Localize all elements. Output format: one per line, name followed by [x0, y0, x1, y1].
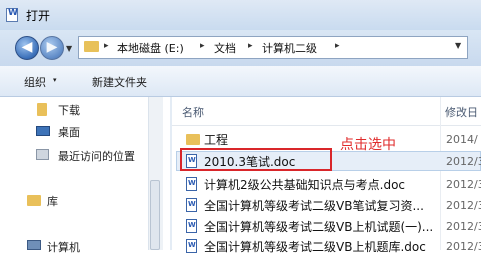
file-name[interactable]: 全国计算机等级考试二级VB笔试复习资... — [204, 197, 424, 214]
back-button[interactable]: ◀ — [15, 36, 39, 60]
sidebar-item-desktop[interactable]: 桌面 — [58, 124, 80, 140]
folder-icon — [84, 41, 99, 52]
navigation-pane — [0, 97, 170, 250]
file-name[interactable]: 全国计算机等级考试二级VB上机题库.doc — [204, 238, 426, 255]
file-name[interactable]: 工程 — [204, 131, 228, 148]
recent-places-icon — [36, 149, 49, 160]
annotation-label: 点击选中 — [340, 137, 396, 153]
breadcrumb-separator[interactable]: ▸ — [248, 41, 253, 51]
left-scrollbar-thumb[interactable] — [150, 180, 160, 250]
file-date: 2012/3 — [446, 199, 481, 212]
desktop-icon — [36, 126, 50, 136]
breadcrumb-documents[interactable]: 文档 — [214, 40, 236, 56]
sidebar-item-downloads[interactable]: 下载 — [58, 102, 80, 118]
file-date: 2012/3 — [446, 178, 481, 191]
annotation-highlight-box — [180, 148, 332, 171]
word-document-icon — [186, 177, 197, 191]
breadcrumb-separator[interactable]: ▸ — [104, 41, 109, 51]
column-header-name[interactable]: 名称 — [182, 104, 204, 120]
file-date: 2014/ — [446, 133, 478, 146]
recent-pages-dropdown-icon[interactable]: ▼ — [66, 44, 72, 53]
new-folder-button[interactable]: 新建文件夹 — [92, 74, 147, 90]
file-name[interactable]: 全国计算机等级考试二级VB上机试题(一)... — [204, 218, 433, 235]
column-header-date-modified[interactable]: 修改日 — [445, 104, 478, 120]
folder-icon — [186, 134, 200, 145]
window-title: 打开 — [26, 9, 51, 23]
libraries-icon — [27, 195, 41, 206]
word-document-icon — [186, 219, 197, 233]
title-bar — [0, 0, 481, 30]
download-folder-icon — [37, 103, 47, 116]
organize-button[interactable]: 组织 — [24, 74, 46, 90]
column-divider[interactable] — [440, 97, 441, 250]
computer-icon — [27, 240, 41, 250]
address-dropdown-icon[interactable]: ▼ — [455, 41, 461, 50]
breadcrumb-computer-level2[interactable]: 计算机二级 — [262, 40, 317, 56]
forward-button[interactable]: ▶ — [40, 36, 64, 60]
file-date: 2012/3 — [446, 220, 481, 233]
sidebar-item-computer[interactable]: 计算机 — [47, 239, 80, 255]
breadcrumb-separator[interactable]: ▸ — [335, 41, 340, 51]
file-date: 2012/3 — [446, 155, 481, 168]
sidebar-item-libraries[interactable]: 库 — [47, 193, 58, 209]
file-name[interactable]: 计算机2级公共基础知识点与考点.doc — [204, 176, 405, 193]
column-header-row — [172, 97, 481, 126]
sidebar-item-recent-places[interactable]: 最近访问的位置 — [58, 148, 135, 164]
breadcrumb-separator[interactable]: ▸ — [200, 41, 205, 51]
breadcrumb-local-disk[interactable]: 本地磁盘 (E:) — [117, 40, 184, 56]
file-date: 2012/3 — [446, 240, 481, 253]
word-app-icon — [6, 8, 18, 22]
word-document-icon — [186, 198, 197, 212]
word-document-icon — [186, 239, 197, 253]
command-toolbar — [0, 66, 481, 97]
organize-dropdown-icon[interactable]: ▾ — [53, 76, 57, 84]
